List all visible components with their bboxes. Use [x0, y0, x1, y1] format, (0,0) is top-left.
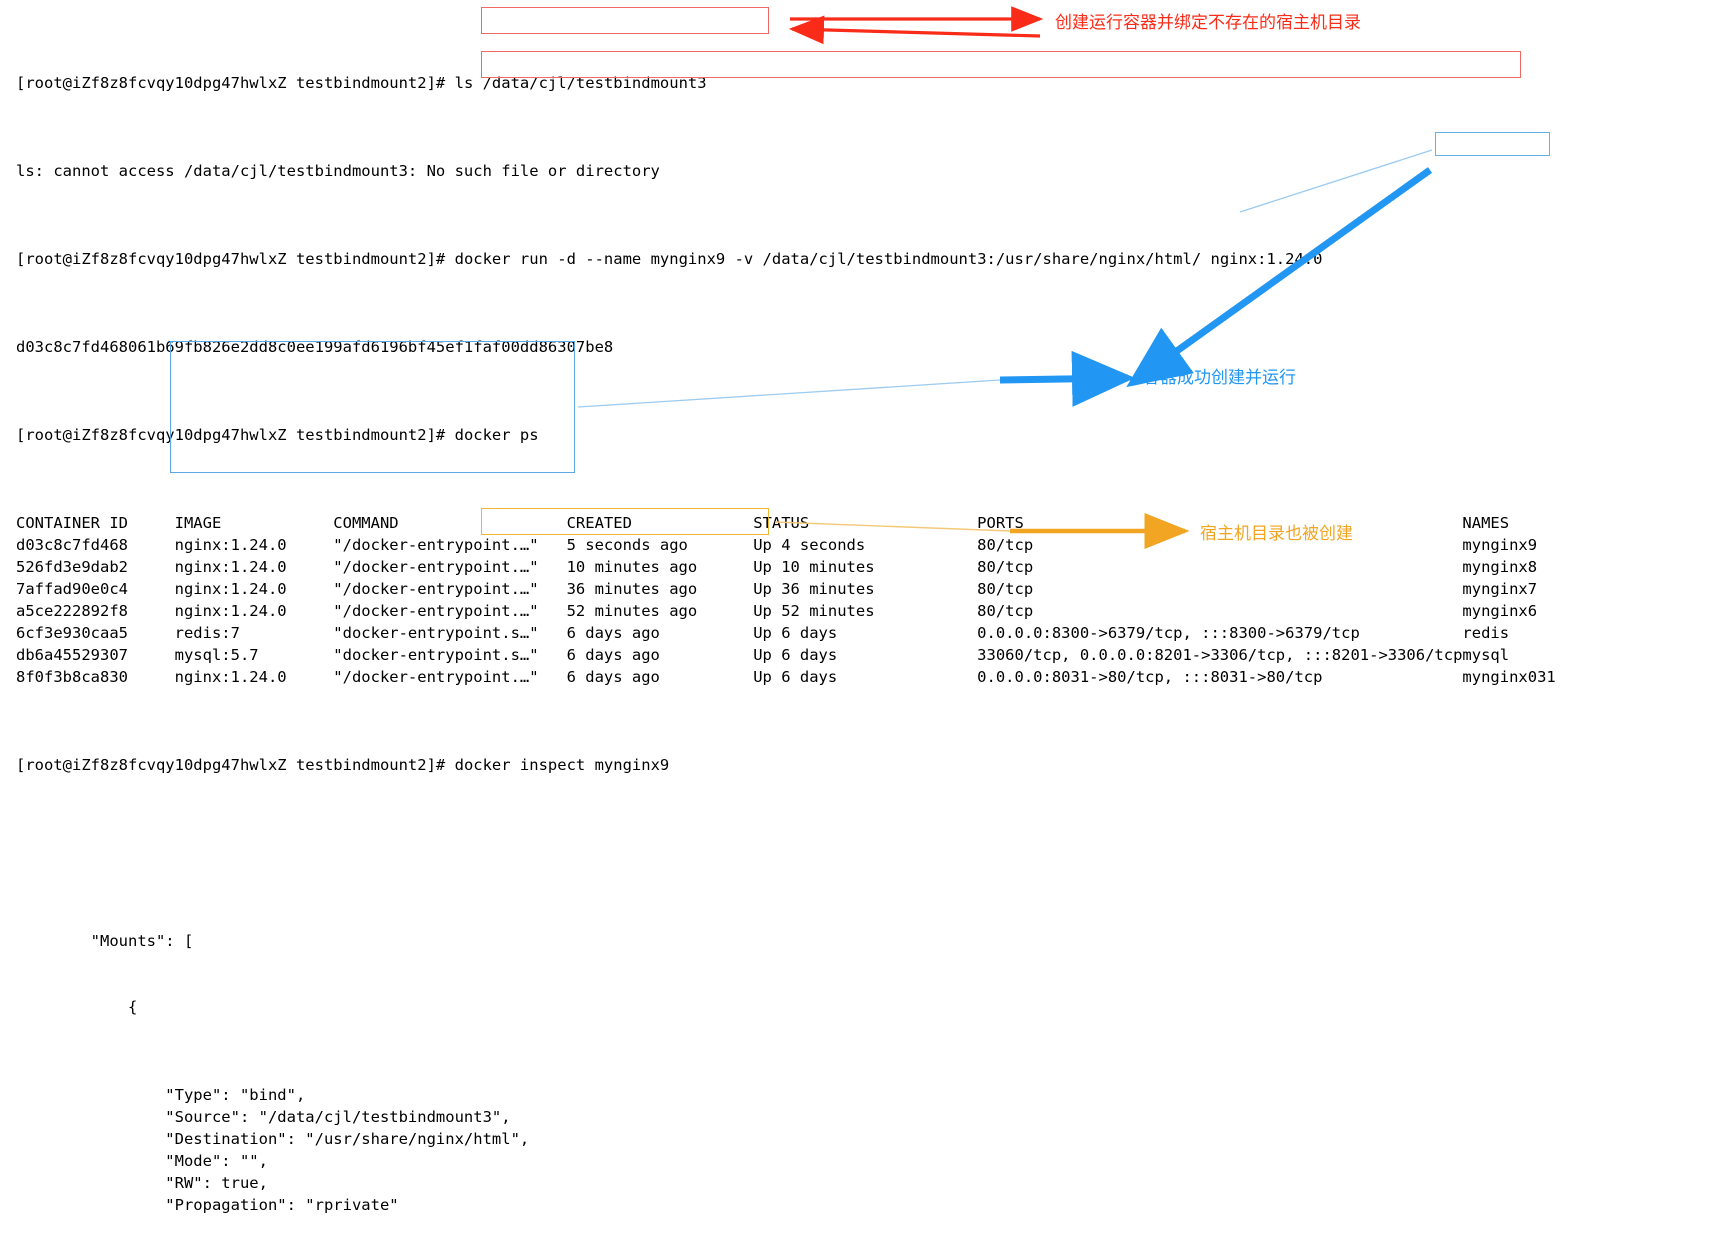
annotation-arrows-layer [577, 6, 1433, 549]
orange-leader-line [774, 521, 1011, 532]
annotation-create-container: 创建运行容器并绑定不存在的宿主机目录 [1055, 13, 1361, 33]
terminal-line: [root@iZf8z8fcvqy10dpg47hwlxZ testbindmo… [16, 754, 1556, 776]
blue-arrow-right [999, 350, 1135, 407]
mounts-key-line: "Mounts": [ [16, 932, 194, 950]
mounts-field-line: "Propagation": "rprivate" [16, 1196, 399, 1214]
mounts-field-line: "RW": true, [16, 1174, 268, 1192]
table-row: 6cf3e930caa5 redis:7 "docker-entrypoint.… [16, 624, 1510, 642]
annotation-host-dir-created: 宿主机目录也被创建 [1200, 524, 1353, 544]
mounts-field-line: "Source": "/data/cjl/testbindmount3", [16, 1108, 511, 1126]
table-row: 8f0f3b8ca830 nginx:1.24.0 "/docker-entry… [16, 668, 1556, 686]
blue-leader-mounts [577, 379, 1001, 408]
blue-arrow-to-mounts [1126, 167, 1433, 388]
annotation-container-running: 容器成功创建并运行 [1143, 368, 1296, 388]
mounts-field-line: "Mode": "", [16, 1152, 268, 1170]
red-arrow-back [788, 15, 1041, 45]
shell-prompt: [root@iZf8z8fcvqy10dpg47hwlxZ testbindmo… [16, 756, 455, 774]
blue-leader-line [1239, 149, 1433, 213]
table-row: db6a45529307 mysql:5.7 "docker-entrypoin… [16, 646, 1510, 664]
mounts-open-brace: { [16, 998, 138, 1016]
mounts-field-line: "Destination": "/usr/share/nginx/html", [16, 1130, 530, 1148]
mounts-field-line: "Type": "bind", [16, 1086, 306, 1104]
command-text: docker inspect mynginx9 [454, 756, 670, 774]
mounts-fields: "Type": "bind", "Source": "/data/cjl/tes… [16, 1084, 1556, 1216]
